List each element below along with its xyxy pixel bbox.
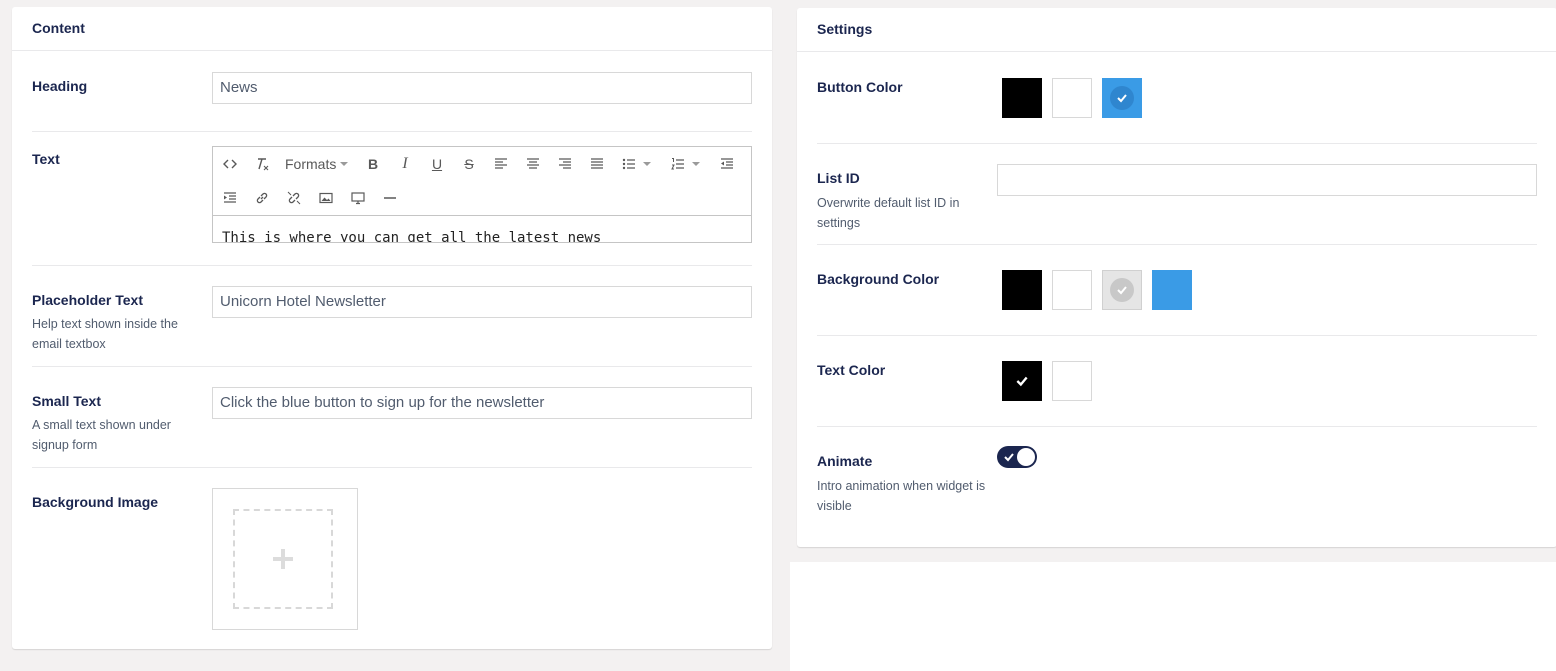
formats-caret-icon bbox=[340, 162, 349, 166]
numbered-list-icon[interactable] bbox=[667, 153, 689, 175]
strikethrough-icon[interactable]: S bbox=[458, 153, 480, 175]
animate-description: Intro animation when widget is visible bbox=[817, 479, 986, 513]
image-upload-box[interactable] bbox=[212, 488, 358, 630]
bullet-list-caret-icon[interactable] bbox=[641, 153, 653, 175]
content-panel: Content Heading News Text Formats B I U … bbox=[12, 7, 772, 649]
editor-body[interactable]: This is where you can get all the latest… bbox=[213, 216, 751, 242]
animate-label: Animate bbox=[817, 453, 873, 469]
background-color-swatch-light-gray[interactable] bbox=[1102, 270, 1142, 310]
background-color-swatch-black[interactable] bbox=[1002, 270, 1042, 310]
settings-panel-title: Settings bbox=[797, 8, 1556, 52]
text-row: Text Formats B I U S This is where you c… bbox=[32, 132, 752, 266]
check-icon bbox=[1016, 376, 1028, 387]
editor-toolbar: Formats B I U S bbox=[213, 147, 751, 216]
clear-formatting-icon[interactable] bbox=[251, 153, 273, 175]
animate-row: Animate Intro animation when widget is v… bbox=[817, 427, 1537, 527]
placeholder-text-label: Placeholder Text bbox=[32, 292, 144, 308]
underline-icon[interactable]: U bbox=[426, 153, 448, 175]
image-dropzone[interactable] bbox=[233, 509, 333, 609]
bold-icon[interactable]: B bbox=[362, 153, 384, 175]
placeholder-text-description: Help text shown inside the email textbox bbox=[32, 317, 178, 351]
list-id-input[interactable] bbox=[997, 164, 1537, 196]
align-left-icon[interactable] bbox=[490, 153, 512, 175]
italic-icon[interactable]: I bbox=[394, 153, 416, 175]
background-image-label: Background Image bbox=[32, 494, 159, 510]
text-color-swatch-white[interactable] bbox=[1052, 361, 1092, 401]
check-icon bbox=[1110, 86, 1134, 110]
button-color-swatch-white[interactable] bbox=[1052, 78, 1092, 118]
text-color-label: Text Color bbox=[817, 362, 886, 378]
bullet-list-icon[interactable] bbox=[618, 153, 640, 175]
rich-text-editor: Formats B I U S This is where you can ge… bbox=[212, 146, 752, 243]
small-text-label: Small Text bbox=[32, 393, 101, 409]
heading-row: Heading News bbox=[32, 51, 752, 132]
check-icon bbox=[1004, 453, 1014, 462]
media-icon[interactable] bbox=[347, 187, 369, 209]
align-justify-icon[interactable] bbox=[586, 153, 608, 175]
formats-dropdown[interactable]: Formats bbox=[285, 156, 349, 172]
link-icon[interactable] bbox=[251, 187, 273, 209]
placeholder-text-row: Placeholder Text Help text shown inside … bbox=[32, 266, 752, 367]
empty-panel-area bbox=[790, 562, 1556, 671]
content-panel-title: Content bbox=[12, 7, 772, 51]
small-text-input[interactable]: Click the blue button to sign up for the… bbox=[212, 387, 752, 419]
button-color-swatch-blue[interactable] bbox=[1102, 78, 1142, 118]
plus-icon bbox=[273, 549, 293, 569]
background-color-label: Background Color bbox=[817, 271, 940, 287]
text-color-row: Text Color bbox=[817, 336, 1537, 427]
numbered-list-caret-icon[interactable] bbox=[690, 153, 702, 175]
unlink-icon[interactable] bbox=[283, 187, 305, 209]
image-icon[interactable] bbox=[315, 187, 337, 209]
background-image-row: Background Image bbox=[32, 468, 752, 638]
align-right-icon[interactable] bbox=[554, 153, 576, 175]
small-text-description: A small text shown under signup form bbox=[32, 418, 171, 452]
placeholder-text-input[interactable]: Unicorn Hotel Newsletter bbox=[212, 286, 752, 318]
heading-input[interactable]: News bbox=[212, 72, 752, 104]
small-text-row: Small Text A small text shown under sign… bbox=[32, 367, 752, 468]
heading-label: Heading bbox=[32, 78, 88, 94]
animate-toggle[interactable] bbox=[997, 446, 1037, 468]
button-color-swatch-black[interactable] bbox=[1002, 78, 1042, 118]
list-id-label: List ID bbox=[817, 170, 860, 186]
background-color-swatch-blue[interactable] bbox=[1152, 270, 1192, 310]
align-center-icon[interactable] bbox=[522, 153, 544, 175]
check-icon bbox=[1110, 278, 1134, 302]
button-color-row: Button Color bbox=[817, 52, 1537, 144]
horizontal-rule-icon[interactable] bbox=[379, 187, 401, 209]
list-id-row: List ID Overwrite default list ID in set… bbox=[817, 144, 1537, 245]
background-color-row: Background Color bbox=[817, 245, 1537, 336]
button-color-label: Button Color bbox=[817, 79, 903, 95]
settings-panel: Settings Button Color List ID Overwrite … bbox=[797, 8, 1556, 547]
formats-label: Formats bbox=[285, 156, 337, 172]
list-id-description: Overwrite default list ID in settings bbox=[817, 196, 960, 230]
text-color-swatch-black[interactable] bbox=[1002, 361, 1042, 401]
source-code-icon[interactable] bbox=[219, 153, 241, 175]
background-color-swatch-white[interactable] bbox=[1052, 270, 1092, 310]
indent-icon[interactable] bbox=[219, 187, 241, 209]
outdent-icon[interactable] bbox=[716, 153, 738, 175]
text-label: Text bbox=[32, 151, 60, 167]
toggle-knob bbox=[1017, 448, 1035, 466]
